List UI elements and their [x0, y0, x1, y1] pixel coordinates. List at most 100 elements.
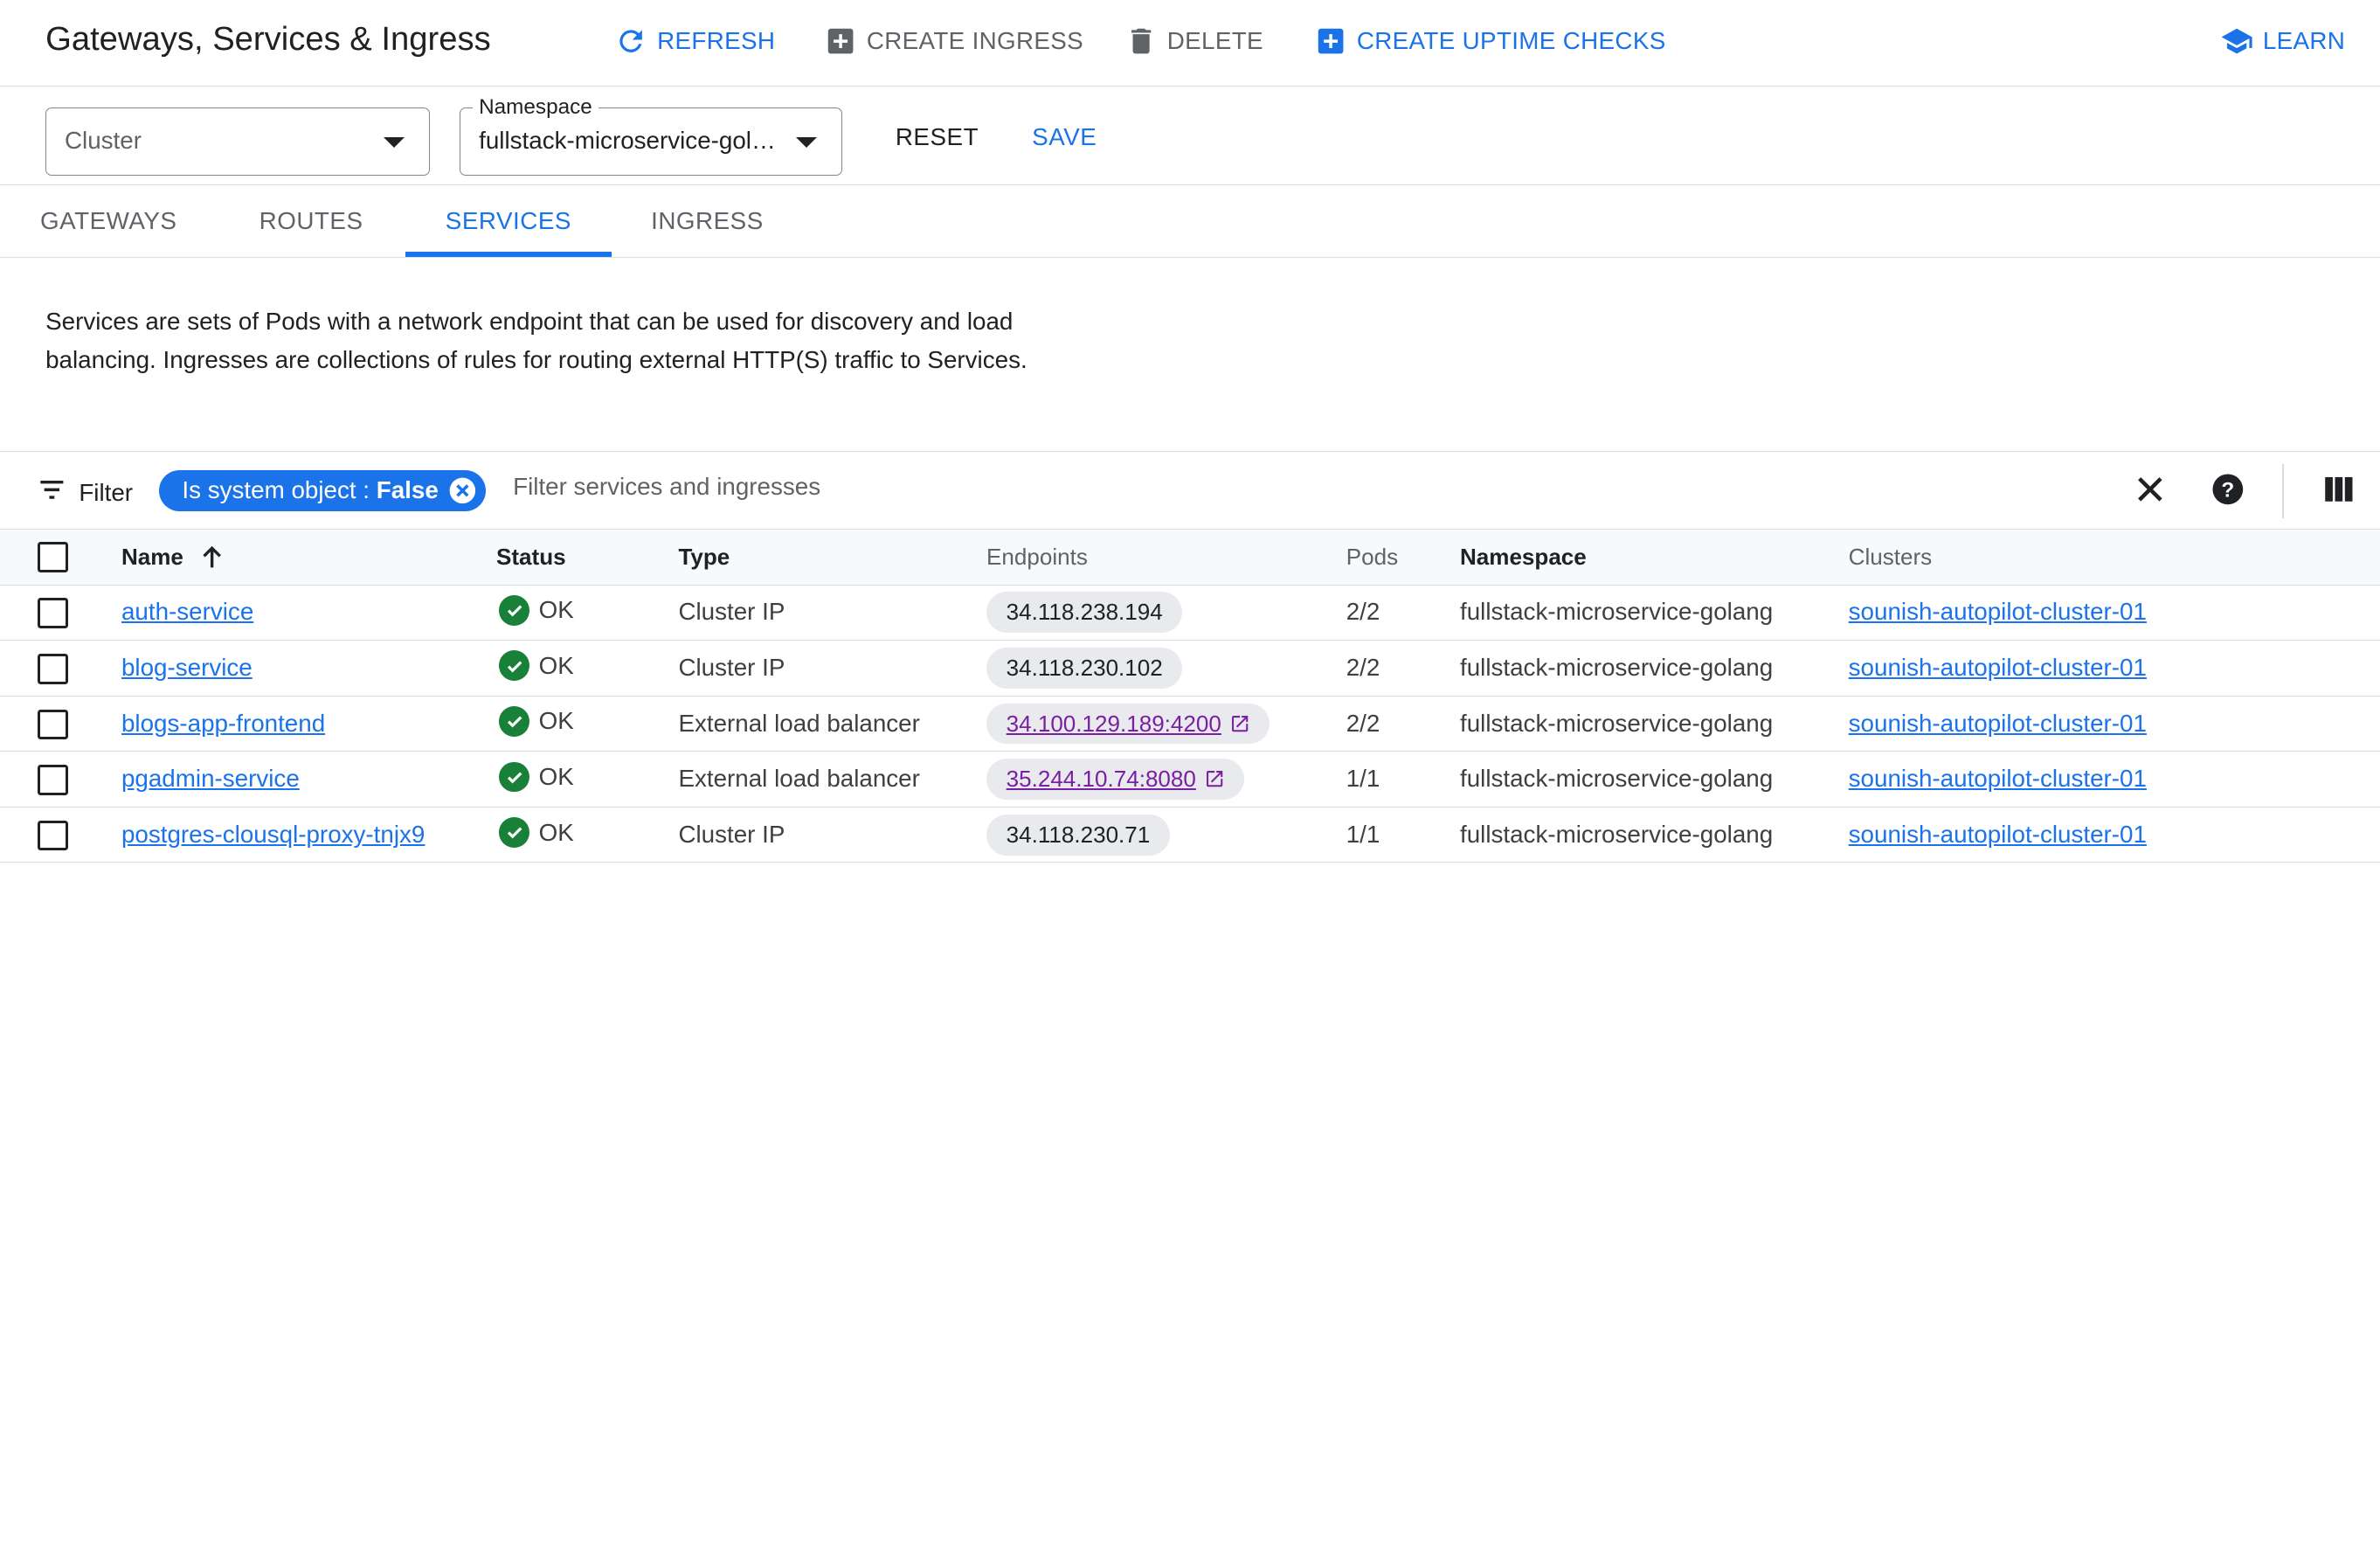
trash-icon [1124, 24, 1158, 58]
create-ingress-button[interactable]: CREATE INGRESS [824, 21, 1083, 60]
save-button[interactable]: SAVE [1032, 123, 1097, 151]
status-cell: OK [499, 761, 574, 793]
endpoint-chip: 34.118.230.102 [986, 647, 1183, 689]
tab-services[interactable]: SERVICES [405, 185, 612, 257]
clear-filter-icon[interactable] [2132, 471, 2169, 508]
refresh-button[interactable]: REFRESH [614, 21, 775, 60]
column-header-namespace[interactable]: Namespace [1460, 544, 1587, 571]
services-description: Services are sets of Pods with a network… [45, 307, 1027, 373]
row-checkbox[interactable] [38, 653, 69, 684]
table-row: postgres-clousql-proxy-tnjx9 OK Cluster IP… [0, 808, 2380, 863]
column-header-type[interactable]: Type [678, 544, 730, 571]
endpoint-value: 34.118.230.71 [1006, 821, 1151, 848]
namespace-select-label: Namespace [473, 94, 598, 120]
top-bar: Gateways, Services & Ingress REFRESH CRE… [0, 0, 2380, 87]
namespace-value: fullstack-microservice-golang [1459, 765, 1774, 793]
namespace-value: fullstack-microservice-golang [1459, 820, 1774, 848]
reset-button[interactable]: RESET [896, 123, 979, 151]
delete-button[interactable]: DELETE [1124, 21, 1263, 60]
service-type: Cluster IP [678, 820, 785, 848]
svg-text:?: ? [2221, 479, 2234, 503]
learn-button[interactable]: LEARN [2220, 21, 2345, 60]
row-checkbox[interactable] [38, 820, 69, 851]
add-box-icon [824, 24, 857, 58]
sort-ascending-icon [198, 544, 225, 571]
school-icon [2220, 24, 2253, 58]
service-type: External load balancer [678, 709, 920, 737]
cluster-link[interactable]: sounish-autopilot-cluster-01 [1849, 654, 2147, 682]
create-ingress-label: CREATE INGRESS [866, 26, 1084, 54]
cluster-link[interactable]: sounish-autopilot-cluster-01 [1849, 710, 2147, 738]
table-row: pgadmin-service OK External load balancer 3… [0, 752, 2380, 808]
endpoint-chip: 34.118.230.71 [986, 814, 1170, 856]
row-checkbox[interactable] [38, 709, 69, 740]
cluster-select[interactable]: Cluster [45, 107, 430, 177]
help-icon[interactable]: ? [2210, 471, 2246, 508]
row-checkbox[interactable] [38, 765, 69, 795]
namespace-select-value: fullstack-microservice-gol… [479, 127, 776, 155]
column-header-pods: Pods [1346, 543, 1399, 570]
tab-ingress[interactable]: INGRESS [612, 185, 803, 257]
service-type: External load balancer [678, 765, 920, 793]
endpoint-value: 34.118.230.102 [1006, 654, 1163, 681]
filter-chip-system-object[interactable]: Is system object : False [159, 469, 486, 511]
status-text: OK [538, 651, 574, 679]
service-type: Cluster IP [678, 653, 785, 681]
service-name-link[interactable]: blogs-app-frontend [121, 710, 325, 738]
cluster-link[interactable]: sounish-autopilot-cluster-01 [1849, 821, 2147, 849]
check-circle-icon [499, 706, 530, 737]
filter-button[interactable]: Filter [37, 475, 133, 511]
status-text: OK [538, 818, 574, 846]
column-header-endpoints: Endpoints [986, 543, 1088, 570]
create-uptime-checks-button[interactable]: CREATE UPTIME CHECKS [1314, 21, 1665, 60]
status-text: OK [538, 596, 574, 624]
column-header-clusters: Clusters [1848, 543, 1933, 570]
table-header: Name Status Type Endpoints Pods Namespac… [0, 530, 2380, 586]
endpoint-link[interactable]: 34.100.129.189:4200 [1007, 711, 1221, 738]
dropdown-arrow-icon [796, 137, 818, 149]
pods-count: 1/1 [1346, 765, 1380, 793]
column-display-icon[interactable] [2321, 471, 2357, 508]
pods-count: 2/2 [1346, 709, 1380, 737]
status-cell: OK [499, 594, 574, 626]
endpoint-value: 34.118.238.194 [1006, 599, 1163, 626]
endpoint-chip: 34.100.129.189:4200 [986, 703, 1270, 745]
cluster-link[interactable]: sounish-autopilot-cluster-01 [1849, 598, 2147, 626]
pods-count: 2/2 [1346, 653, 1380, 681]
cluster-link[interactable]: sounish-autopilot-cluster-01 [1849, 765, 2147, 793]
namespace-value: fullstack-microservice-golang [1459, 598, 1774, 626]
status-cell: OK [499, 706, 574, 737]
tab-routes[interactable]: ROUTES [217, 185, 405, 257]
filter-chip-label: Is system object : False [182, 476, 439, 504]
namespace-select[interactable]: Namespace fullstack-microservice-gol… [460, 94, 843, 177]
tab-gateways[interactable]: GATEWAYS [0, 185, 217, 257]
refresh-icon [614, 24, 647, 58]
column-header-name[interactable]: Name [121, 544, 226, 571]
toolbar-divider [2282, 463, 2285, 519]
namespace-value: fullstack-microservice-golang [1459, 709, 1774, 737]
check-circle-icon [499, 761, 530, 793]
open-in-new-icon [1229, 713, 1250, 734]
learn-label: LEARN [2262, 26, 2346, 54]
chip-remove-icon[interactable] [447, 475, 478, 506]
filter-search-input[interactable] [513, 473, 1424, 502]
status-text: OK [538, 707, 574, 735]
service-name-link[interactable]: pgadmin-service [121, 765, 300, 793]
row-checkbox[interactable] [38, 598, 69, 629]
service-name-link[interactable]: auth-service [121, 598, 253, 626]
column-header-status[interactable]: Status [496, 544, 566, 571]
select-all-checkbox[interactable] [38, 542, 69, 572]
add-box-icon [1314, 24, 1347, 58]
service-name-link[interactable]: postgres-clousql-proxy-tnjx9 [121, 821, 425, 849]
check-circle-icon [499, 650, 530, 682]
endpoint-chip: 34.118.238.194 [986, 592, 1183, 634]
table-row: blog-service OK Cluster IP 34.118.230.102 2/… [0, 641, 2380, 697]
table-row: blogs-app-frontend OK External load balanc… [0, 697, 2380, 752]
check-circle-icon [499, 594, 530, 626]
service-name-link[interactable]: blog-service [121, 654, 253, 682]
tab-bar: GATEWAYS ROUTES SERVICES INGRESS [0, 185, 2380, 259]
endpoint-link[interactable]: 35.244.10.74:8080 [1007, 766, 1196, 793]
status-cell: OK [499, 650, 574, 682]
check-circle-icon [499, 817, 530, 848]
namespace-value: fullstack-microservice-golang [1459, 653, 1774, 681]
